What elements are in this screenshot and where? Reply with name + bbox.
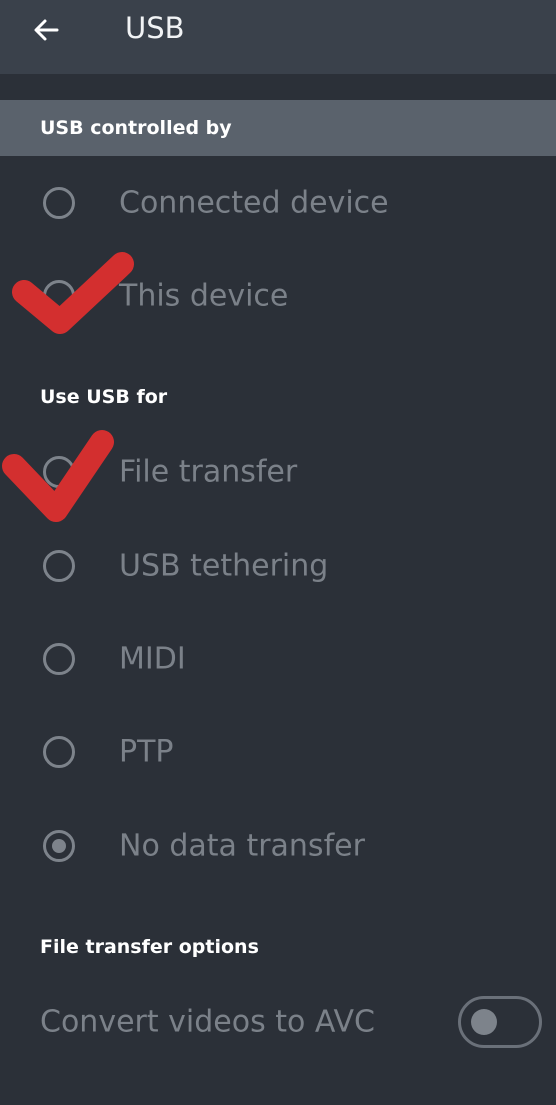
- radio-button[interactable]: [43, 643, 75, 675]
- radio-button[interactable]: [43, 187, 75, 219]
- radio-button[interactable]: [43, 736, 75, 768]
- convert-videos-toggle[interactable]: [458, 996, 542, 1048]
- section-header-usb-controlled-by: USB controlled by: [0, 100, 556, 156]
- option-label: Connected device: [119, 185, 389, 221]
- option-label: USB tethering: [119, 548, 329, 584]
- radio-option-no-data-transfer[interactable]: No data transfer: [0, 800, 556, 892]
- convert-videos-label: Convert videos to AVC: [40, 1004, 375, 1040]
- option-label: No data transfer: [119, 828, 365, 864]
- section-header-use-usb-for: Use USB for: [40, 386, 168, 408]
- option-label: File transfer: [119, 454, 298, 490]
- convert-videos-row[interactable]: Convert videos to AVC: [0, 982, 556, 1062]
- arrow-left-icon: [34, 19, 59, 41]
- radio-button[interactable]: [43, 280, 75, 312]
- toggle-knob: [471, 1009, 497, 1035]
- radio-button-selected[interactable]: [43, 830, 75, 862]
- option-label: This device: [119, 278, 289, 314]
- app-bar: USB: [0, 0, 556, 74]
- option-label: PTP: [119, 734, 174, 770]
- radio-option-this-device[interactable]: This device: [0, 250, 556, 342]
- radio-button[interactable]: [43, 456, 75, 488]
- radio-option-ptp[interactable]: PTP: [0, 706, 556, 798]
- radio-option-midi[interactable]: MIDI: [0, 613, 556, 705]
- radio-option-connected-device[interactable]: Connected device: [0, 157, 556, 249]
- option-label: MIDI: [119, 641, 186, 677]
- radio-button[interactable]: [43, 550, 75, 582]
- radio-option-file-transfer[interactable]: File transfer: [0, 426, 556, 518]
- page-title: USB: [125, 11, 185, 45]
- section-header-file-transfer-options: File transfer options: [40, 936, 259, 958]
- back-button[interactable]: [26, 10, 66, 50]
- radio-option-usb-tethering[interactable]: USB tethering: [0, 520, 556, 612]
